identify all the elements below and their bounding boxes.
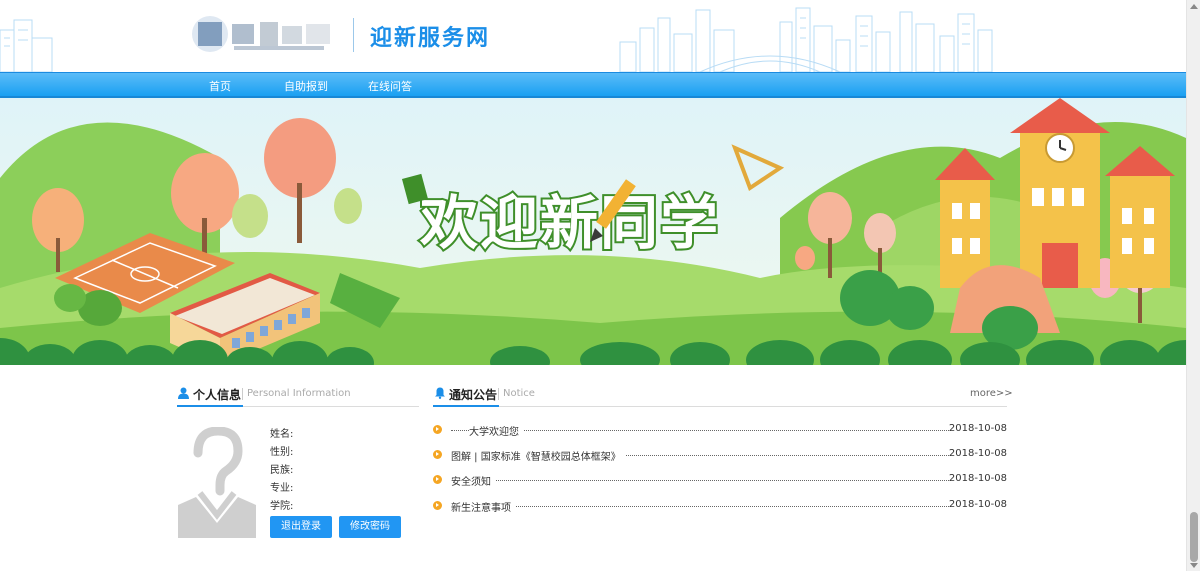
scroll-up-icon[interactable] [1190,4,1198,9]
notice-item[interactable]: 图解 | 国家标准《智慧校园总体框架》 2018-10-08 [433,447,1007,463]
notice-item-title[interactable]: 安全须知 [451,473,495,488]
welcome-banner[interactable]: 欢迎新同学 [0,98,1186,365]
notice-item-title[interactable]: 大学欢迎您 [469,423,523,438]
notice-item[interactable]: 新生注意事项 2018-10-08 [433,498,1007,514]
field-major-label: 专业: [270,483,294,494]
skyline-decoration [0,7,993,72]
bell-icon [435,387,445,399]
notice-item[interactable]: 大学欢迎您 2018-10-08 [433,422,1007,438]
notice-item-title[interactable]: 新生注意事项 [451,499,515,514]
notice-item-date: 2018-10-08 [948,448,1007,459]
nav-item-online-qa[interactable]: 在线问答 [368,78,412,94]
user-icon [178,387,189,399]
personal-info-subtitle: Personal Information [247,388,351,399]
field-gender-label: 性别: [270,447,294,458]
notice-item-date: 2018-10-08 [948,423,1007,434]
arrow-bullet-icon [433,501,442,510]
banner-illustration: 欢迎新同学 [0,98,1186,365]
scroll-thumb[interactable] [1190,512,1198,562]
personal-info-accent [177,405,243,407]
notice-accent [433,405,499,407]
title-divider [242,388,243,400]
site-title: 迎新服务网 [370,26,491,51]
university-logo-icon[interactable] [190,12,340,56]
arrow-bullet-icon [433,475,442,484]
logout-button[interactable]: 退出登录 [270,516,332,538]
nav-item-home[interactable]: 首页 [209,78,231,94]
notice-subtitle: Notice [503,388,535,399]
field-ethnicity-label: 民族: [270,465,294,476]
arrow-bullet-icon [433,425,442,434]
notice-title-divider [498,388,499,400]
dotted-leader [451,506,949,507]
notice-underline [433,406,1007,407]
logo-divider [353,18,354,52]
dotted-leader [451,480,949,481]
notice-item[interactable]: 安全须知 2018-10-08 [433,472,1007,488]
field-college-label: 学院: [270,501,294,512]
personal-info-title: 个人信息 [193,388,242,402]
dotted-leader [451,430,949,431]
notice-item-title[interactable]: 图解 | 国家标准《智慧校园总体框架》 [451,448,625,463]
main-nav: 首页 自助报到 在线问答 [0,72,1186,98]
field-name-label: 姓名: [270,429,294,440]
arrow-bullet-icon [433,450,442,459]
site-header: 迎新服务网 [0,0,1186,72]
notice-more-link[interactable]: more>> [970,388,1013,399]
banner-headline: 欢迎新同学 [419,189,720,257]
nav-item-self-registration[interactable]: 自助报到 [284,78,328,94]
notice-item-date: 2018-10-08 [948,473,1007,484]
notice-title: 通知公告 [449,388,498,402]
notice-item-date: 2018-10-08 [948,499,1007,510]
page-scrollbar[interactable] [1186,0,1200,571]
change-password-button[interactable]: 修改密码 [339,516,401,538]
scroll-down-icon[interactable] [1190,563,1198,568]
avatar-placeholder-icon [178,427,256,538]
